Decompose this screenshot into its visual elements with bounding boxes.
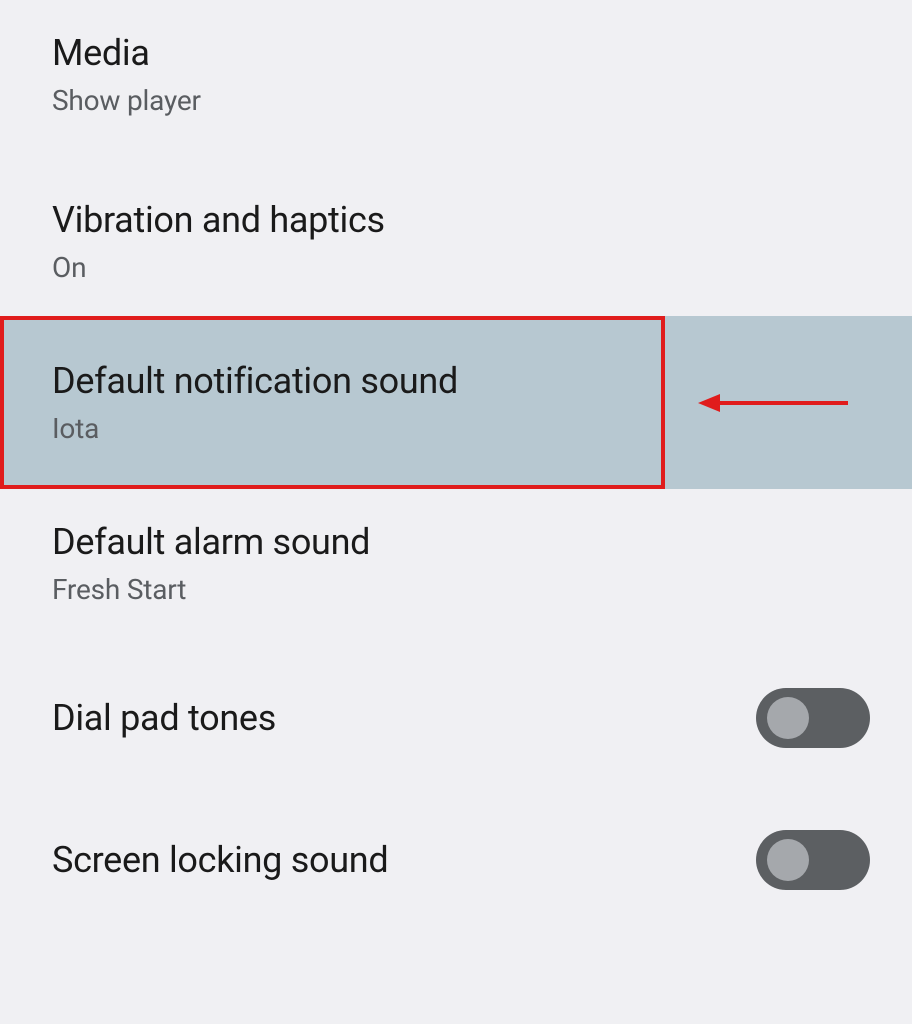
item-subtitle: Show player bbox=[52, 84, 201, 117]
settings-item-text: Screen locking sound bbox=[52, 839, 388, 881]
settings-item-media[interactable]: Media Show player bbox=[0, 0, 912, 149]
toggle-area bbox=[756, 830, 912, 890]
highlighted-item-wrapper: Default notification sound Iota bbox=[0, 316, 912, 489]
settings-item-text: Dial pad tones bbox=[52, 697, 276, 739]
item-title: Vibration and haptics bbox=[52, 199, 385, 241]
screen-locking-sound-toggle[interactable] bbox=[756, 830, 870, 890]
item-title: Screen locking sound bbox=[52, 839, 388, 881]
item-title: Default notification sound bbox=[52, 360, 458, 402]
toggle-knob bbox=[767, 839, 809, 881]
settings-item-text: Default alarm sound Fresh Start bbox=[52, 521, 370, 606]
settings-item-screen-locking-sound[interactable]: Screen locking sound bbox=[0, 798, 912, 922]
settings-item-vibration-haptics[interactable]: Vibration and haptics On bbox=[0, 167, 912, 316]
settings-item-text: Default notification sound Iota bbox=[52, 360, 458, 445]
item-subtitle: On bbox=[52, 251, 385, 284]
settings-item-text: Media Show player bbox=[52, 32, 201, 117]
settings-item-text: Vibration and haptics On bbox=[52, 199, 385, 284]
settings-list: Media Show player Vibration and haptics … bbox=[0, 0, 912, 922]
dial-pad-tones-toggle[interactable] bbox=[756, 688, 870, 748]
item-subtitle: Fresh Start bbox=[52, 573, 370, 606]
item-title: Media bbox=[52, 32, 201, 74]
item-title: Dial pad tones bbox=[52, 697, 276, 739]
toggle-area bbox=[756, 688, 912, 748]
item-subtitle: Iota bbox=[52, 412, 458, 445]
settings-item-dial-pad-tones[interactable]: Dial pad tones bbox=[0, 656, 912, 780]
settings-item-default-alarm-sound[interactable]: Default alarm sound Fresh Start bbox=[0, 489, 912, 638]
toggle-knob bbox=[767, 697, 809, 739]
item-title: Default alarm sound bbox=[52, 521, 370, 563]
settings-item-default-notification-sound[interactable]: Default notification sound Iota bbox=[0, 316, 912, 489]
